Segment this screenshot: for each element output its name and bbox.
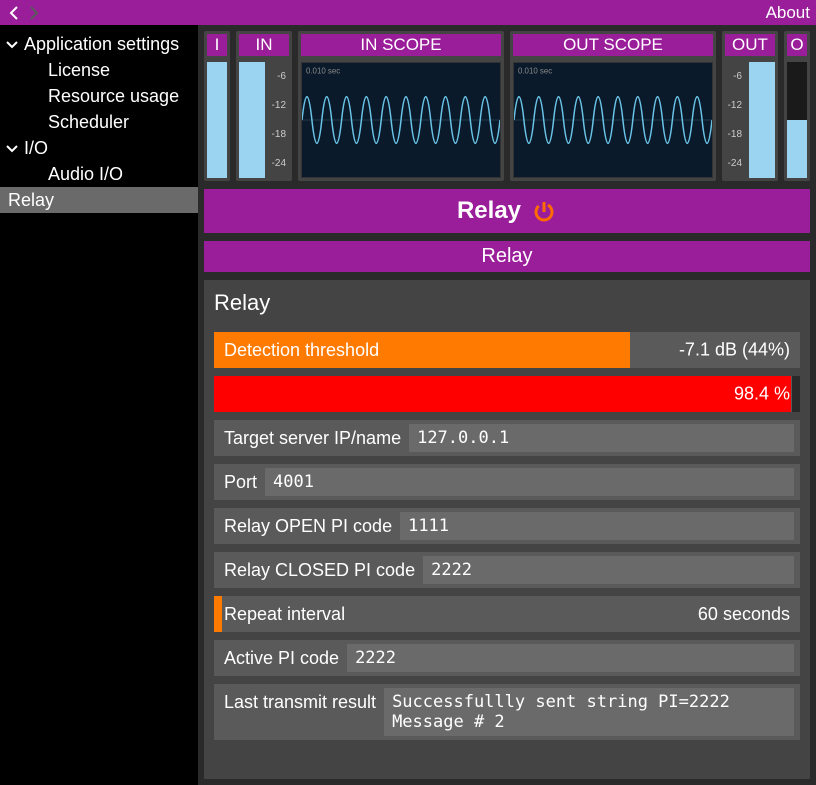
detection-threshold-value: -7.1 dB (44%) xyxy=(679,340,790,361)
meter-in: IN -6 -12 -18 -24 xyxy=(236,31,292,181)
active-pi-row: Active PI code xyxy=(214,640,800,676)
meter-header: OUT xyxy=(725,34,775,56)
active-pi-label: Active PI code xyxy=(224,648,339,669)
percentage-bar: 98.4 % xyxy=(214,376,800,412)
scope-display: 0.010 sec xyxy=(301,62,501,178)
last-transmit-row: Last transmit result Successfullly sent … xyxy=(214,684,800,740)
repeat-interval-slider[interactable]: Repeat interval 60 seconds xyxy=(214,596,800,632)
meter-header: I xyxy=(207,34,227,56)
sidebar-item-io[interactable]: I/O xyxy=(0,135,198,161)
target-server-label: Target server IP/name xyxy=(224,428,401,449)
last-transmit-label: Last transmit result xyxy=(224,688,376,713)
meter-scale: -6 -12 -18 -24 xyxy=(725,62,745,178)
sidebar-label: Application settings xyxy=(24,34,179,55)
target-server-input[interactable] xyxy=(409,424,794,452)
sidebar-item-audio-io[interactable]: Audio I/O xyxy=(0,161,198,187)
sidebar-label: Resource usage xyxy=(48,86,179,107)
relay-closed-input[interactable] xyxy=(423,556,794,584)
meter-header: OUT SCOPE xyxy=(513,34,713,56)
target-server-row: Target server IP/name xyxy=(214,420,800,456)
relay-closed-label: Relay CLOSED PI code xyxy=(224,560,415,581)
meter-bar xyxy=(749,62,775,178)
meter-out: OUT -6 -12 -18 -24 xyxy=(722,31,778,181)
power-icon[interactable] xyxy=(531,198,557,224)
content: I IN -6 -12 -18 -24 IN SCOPE xyxy=(198,25,816,785)
meter-header: IN SCOPE xyxy=(301,34,501,56)
meter-bar xyxy=(207,62,227,178)
relay-closed-row: Relay CLOSED PI code xyxy=(214,552,800,588)
forward-arrow-icon[interactable] xyxy=(26,5,42,21)
sidebar-item-scheduler[interactable]: Scheduler xyxy=(0,109,198,135)
relay-open-input[interactable] xyxy=(400,512,794,540)
relay-subtitle: Relay xyxy=(204,241,810,272)
meters-row: I IN -6 -12 -18 -24 IN SCOPE xyxy=(204,31,810,181)
port-row: Port xyxy=(214,464,800,500)
meter-out-scope: OUT SCOPE 0.010 sec xyxy=(510,31,716,181)
sidebar-item-app-settings[interactable]: Application settings xyxy=(0,31,198,57)
sidebar: Application settings License Resource us… xyxy=(0,25,198,785)
sidebar-item-resource-usage[interactable]: Resource usage xyxy=(0,83,198,109)
relay-title-text: Relay xyxy=(457,197,521,225)
sidebar-label: Relay xyxy=(8,190,54,211)
sidebar-label: Scheduler xyxy=(48,112,129,133)
chevron-down-icon xyxy=(4,140,20,156)
detection-threshold-slider[interactable]: Detection threshold -7.1 dB (44%) xyxy=(214,332,800,368)
panel-title: Relay xyxy=(214,290,800,316)
repeat-interval-label: Repeat interval xyxy=(214,598,355,631)
meter-i: I xyxy=(204,31,230,181)
sidebar-label: Audio I/O xyxy=(48,164,123,185)
sidebar-item-relay[interactable]: Relay xyxy=(0,187,198,213)
sidebar-label: License xyxy=(48,60,110,81)
meter-o: O xyxy=(784,31,810,181)
relay-open-label: Relay OPEN PI code xyxy=(224,516,392,537)
svg-text:0.010 sec: 0.010 sec xyxy=(306,66,340,75)
port-label: Port xyxy=(224,472,257,493)
svg-text:0.010 sec: 0.010 sec xyxy=(518,66,552,75)
topbar: About xyxy=(0,0,816,25)
sidebar-item-license[interactable]: License xyxy=(0,57,198,83)
about-link[interactable]: About xyxy=(766,3,810,23)
meter-bar xyxy=(787,62,807,178)
port-input[interactable] xyxy=(265,468,794,496)
back-arrow-icon[interactable] xyxy=(6,5,22,21)
sidebar-label: I/O xyxy=(24,138,48,159)
repeat-interval-value: 60 seconds xyxy=(698,604,790,625)
relay-panel: Relay Detection threshold -7.1 dB (44%) … xyxy=(204,280,810,779)
meter-header: IN xyxy=(239,34,289,56)
relay-open-row: Relay OPEN PI code xyxy=(214,508,800,544)
percentage-value: 98.4 % xyxy=(734,384,790,405)
chevron-down-icon xyxy=(4,36,20,52)
meter-header: O xyxy=(787,34,807,56)
last-transmit-output: Successfullly sent string PI=2222 Messag… xyxy=(384,688,794,736)
nav-arrows xyxy=(6,5,42,21)
detection-threshold-label: Detection threshold xyxy=(214,332,389,368)
active-pi-input[interactable] xyxy=(347,644,794,672)
scope-display: 0.010 sec xyxy=(513,62,713,178)
meter-bar xyxy=(239,62,265,178)
relay-title-bar: Relay xyxy=(204,189,810,233)
meter-scale: -6 -12 -18 -24 xyxy=(269,62,289,178)
meter-in-scope: IN SCOPE 0.010 sec xyxy=(298,31,504,181)
